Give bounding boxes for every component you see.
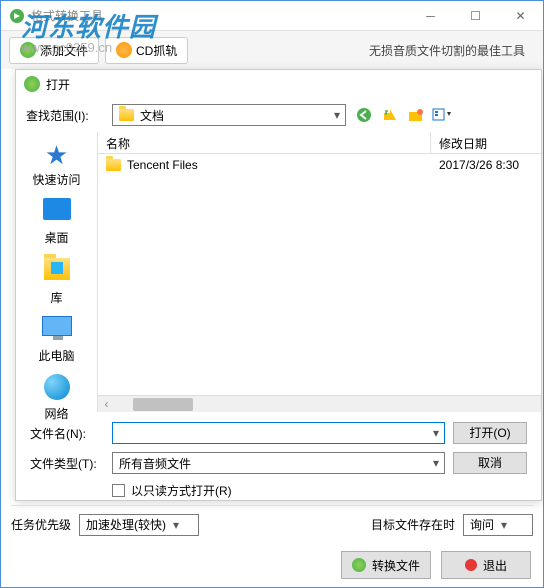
readonly-label: 以只读方式打开(R) <box>131 482 232 499</box>
app-icon <box>9 8 25 24</box>
lookup-label: 查找范围(I): <box>26 107 104 124</box>
filename-label: 文件名(N): <box>30 425 86 442</box>
file-list[interactable]: 名称 修改日期 Tencent Files 2017/3/26 8:30 ‹ <box>98 132 541 412</box>
add-files-button[interactable]: 添加文件 <box>9 37 99 64</box>
cancel-button[interactable]: 取消 <box>453 452 527 474</box>
filetype-label: 文件类型(T): <box>30 455 97 472</box>
back-icon[interactable] <box>354 105 374 125</box>
convert-icon <box>352 558 366 572</box>
filetype-combo[interactable]: 所有音频文件 ▾ <box>112 452 445 474</box>
filename-input[interactable]: ▾ <box>112 422 445 444</box>
horizontal-scrollbar[interactable]: ‹ <box>98 395 541 412</box>
close-button[interactable]: ✕ <box>498 1 543 30</box>
plus-icon <box>20 42 36 58</box>
desktop-icon <box>43 198 71 220</box>
cd-rip-button[interactable]: CD抓轨 <box>105 37 188 64</box>
dialog-titlebar: 打开 <box>16 70 541 98</box>
main-title: 格式转换工具 <box>31 7 408 24</box>
computer-icon <box>42 316 72 336</box>
up-icon[interactable] <box>380 105 400 125</box>
exit-button[interactable]: 退出 <box>441 551 531 579</box>
priority-combo[interactable]: 加速处理(较快) ▾ <box>79 514 199 536</box>
open-dialog: 打开 查找范围(I): 文档 ▾ ★ 快速访问 <box>15 69 542 501</box>
chevron-down-icon: ▾ <box>170 518 186 532</box>
priority-label: 任务优先级 <box>11 516 71 533</box>
library-icon <box>44 258 70 280</box>
places-bar: ★ 快速访问 桌面 库 此电脑 网络 <box>16 132 98 412</box>
new-folder-icon[interactable] <box>406 105 426 125</box>
file-list-header: 名称 修改日期 <box>98 132 541 154</box>
col-name[interactable]: 名称 <box>98 132 431 153</box>
place-this-pc[interactable]: 此电脑 <box>20 312 94 368</box>
col-date[interactable]: 修改日期 <box>431 132 541 153</box>
globe-icon <box>44 374 70 400</box>
place-library[interactable]: 库 <box>20 252 94 310</box>
star-icon: ★ <box>41 140 73 168</box>
minimize-button[interactable]: ─ <box>408 1 453 30</box>
convert-button[interactable]: 转换文件 <box>341 551 431 579</box>
chevron-down-icon: ▾ <box>329 108 345 122</box>
list-item[interactable]: Tencent Files 2017/3/26 8:30 <box>98 154 541 176</box>
chevron-down-icon: ▾ <box>428 456 444 470</box>
dialog-title: 打开 <box>46 76 70 93</box>
place-desktop[interactable]: 桌面 <box>20 194 94 250</box>
chevron-down-icon: ▾ <box>498 518 514 532</box>
options-bar: 任务优先级 加速处理(较快) ▾ 目标文件存在时 询问 ▾ <box>11 505 533 535</box>
readonly-checkbox[interactable] <box>112 484 125 497</box>
place-quick-access[interactable]: ★ 快速访问 <box>20 136 94 192</box>
main-titlebar: 格式转换工具 ─ ☐ ✕ <box>1 1 543 31</box>
main-toolbar: 添加文件 CD抓轨 无损音质文件切割的最佳工具 <box>1 31 543 69</box>
view-menu-icon[interactable] <box>432 105 452 125</box>
maximize-button[interactable]: ☐ <box>453 1 498 30</box>
toolbar-description: 无损音质文件切割的最佳工具 <box>369 42 525 59</box>
exit-icon <box>465 559 477 571</box>
dialog-icon <box>24 76 40 92</box>
chevron-down-icon: ▾ <box>428 426 444 440</box>
cd-icon <box>116 42 132 58</box>
exists-label: 目标文件存在时 <box>371 516 455 533</box>
folder-icon <box>119 109 134 121</box>
exists-combo[interactable]: 询问 ▾ <box>463 514 533 536</box>
open-button[interactable]: 打开(O) <box>453 422 527 444</box>
folder-icon <box>106 159 121 171</box>
lookup-combo[interactable]: 文档 ▾ <box>112 104 346 126</box>
